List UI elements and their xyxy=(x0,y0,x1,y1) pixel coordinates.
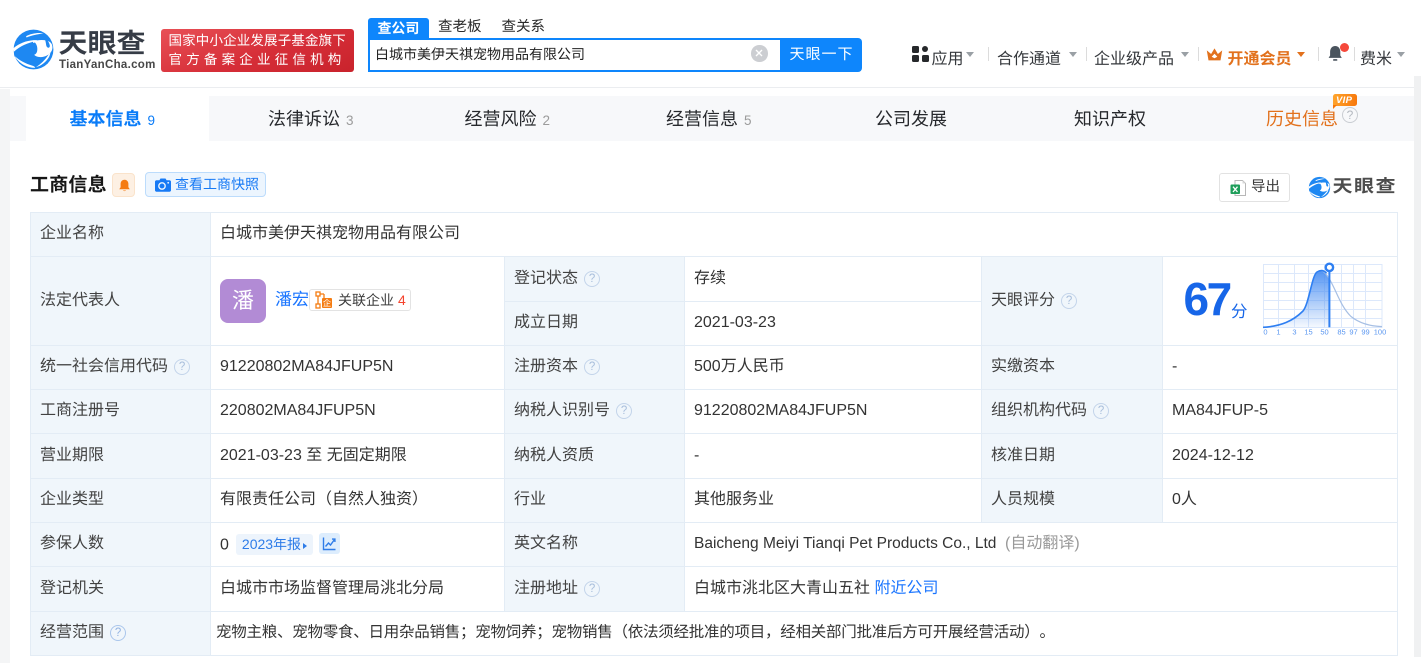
svg-text:85: 85 xyxy=(1337,328,1345,337)
svg-text:1: 1 xyxy=(1276,328,1280,337)
svg-text:0: 0 xyxy=(1263,328,1267,337)
svg-text:97: 97 xyxy=(1349,328,1357,337)
svg-text:企: 企 xyxy=(323,297,332,309)
svg-text:50: 50 xyxy=(1320,328,1328,337)
svg-text:100: 100 xyxy=(1374,328,1387,337)
svg-text:99: 99 xyxy=(1361,328,1369,337)
svg-text:15: 15 xyxy=(1304,328,1312,337)
svg-text:3: 3 xyxy=(1292,328,1296,337)
